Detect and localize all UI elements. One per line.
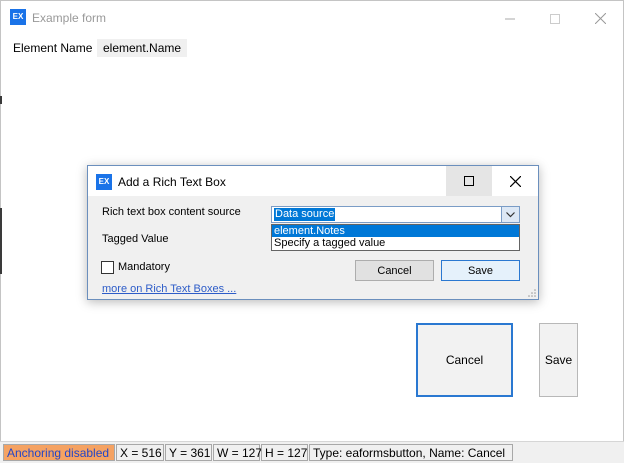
left-edge-mark: [0, 96, 2, 104]
width-status: W = 127: [213, 444, 262, 461]
dialog-titlebar: EX Add a Rich Text Box: [88, 166, 538, 196]
content-source-dropdown-list: element.Notes Specify a tagged value: [271, 224, 520, 251]
content-source-value: Data source: [274, 208, 336, 221]
maximize-button[interactable]: [532, 3, 578, 33]
form-save-button[interactable]: Save: [539, 323, 578, 397]
window-title: Example form: [32, 11, 107, 25]
dialog-cancel-label: Cancel: [377, 264, 412, 277]
rich-text-boxes-help-link[interactable]: more on Rich Text Boxes ...: [102, 283, 236, 295]
y-coordinate-status: Y = 361: [165, 444, 212, 461]
dialog-cancel-button[interactable]: Cancel: [355, 260, 434, 281]
x-coordinate-status: X = 516: [116, 444, 164, 461]
maximize-icon: [550, 13, 560, 24]
minimize-button[interactable]: [487, 3, 533, 33]
content-source-select[interactable]: Data source: [271, 206, 520, 223]
minimize-icon: [505, 18, 515, 20]
close-icon: [594, 12, 606, 25]
form-save-label: Save: [544, 353, 573, 367]
dialog-save-label: Save: [467, 264, 494, 277]
dialog-close-button[interactable]: [492, 166, 538, 196]
app-icon: EX: [10, 9, 26, 25]
dropdown-option-element-notes[interactable]: element.Notes: [272, 225, 519, 237]
element-name-field[interactable]: element.Name: [97, 39, 188, 57]
dialog-title: Add a Rich Text Box: [118, 175, 226, 189]
dialog-app-icon: EX: [96, 174, 112, 190]
content-source-label: Rich text box content source: [102, 206, 241, 218]
anchoring-status[interactable]: Anchoring disabled: [3, 444, 115, 461]
add-rich-text-box-dialog: EX Add a Rich Text Box Rich text box con…: [87, 165, 539, 300]
dialog-save-button[interactable]: Save: [441, 260, 520, 281]
window-titlebar: EX Example form: [1, 3, 623, 33]
element-type-status: Type: eaformsbutton, Name: Cancel: [309, 444, 513, 461]
dialog-maximize-button[interactable]: [446, 166, 492, 196]
tagged-value-label: Tagged Value: [102, 233, 169, 245]
resize-grip-icon[interactable]: [527, 288, 537, 298]
form-cancel-label: Cancel: [445, 353, 484, 367]
close-button[interactable]: [577, 3, 623, 33]
combo-dropdown-button[interactable]: [501, 207, 519, 222]
close-icon: [509, 175, 521, 187]
mandatory-label: Mandatory: [118, 261, 170, 273]
left-edge-bar: [0, 208, 2, 274]
chevron-down-icon: [506, 211, 515, 217]
mandatory-checkbox[interactable]: [101, 261, 114, 274]
dropdown-option-tagged-value[interactable]: Specify a tagged value: [272, 237, 519, 249]
maximize-icon: [464, 176, 474, 186]
element-name-label: Element Name: [13, 41, 93, 55]
status-bar: Anchoring disabled X = 516 Y = 361 W = 1…: [0, 441, 624, 463]
form-cancel-button[interactable]: Cancel: [416, 323, 513, 397]
height-status: H = 127: [261, 444, 308, 461]
